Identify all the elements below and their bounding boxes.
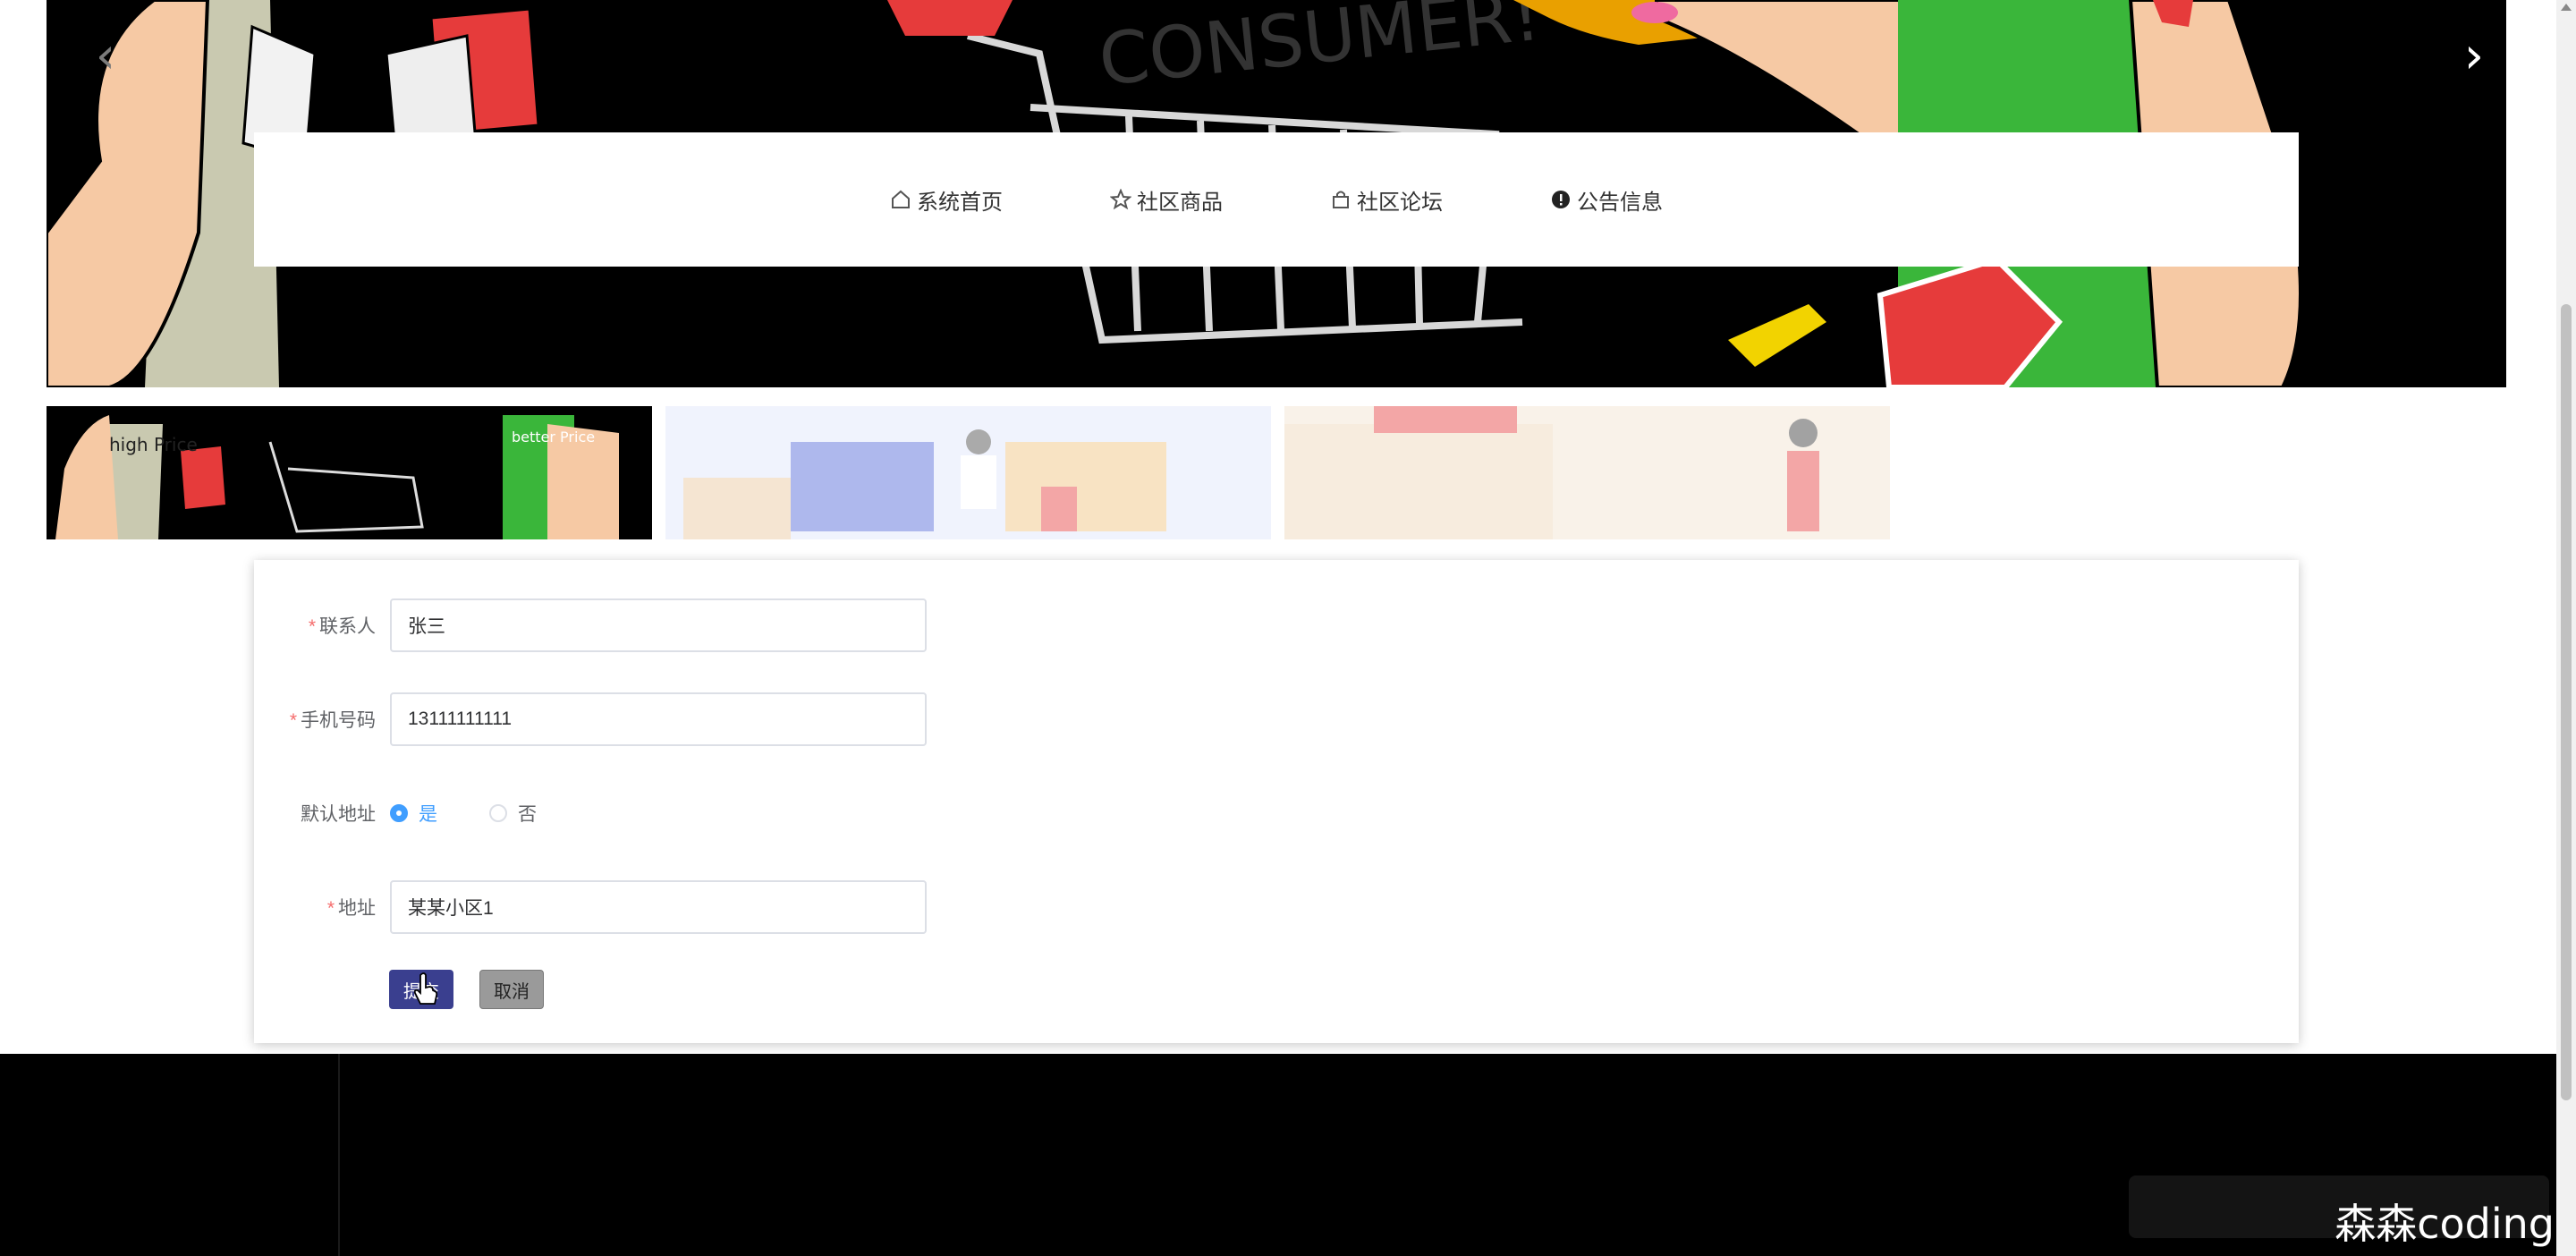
watermark-text: 森森coding [2334, 1200, 2555, 1248]
radio-label: 是 [419, 804, 437, 825]
thumbnail-1[interactable]: high Price better Price [47, 406, 652, 539]
nav-item-products[interactable]: 社区商品 [1110, 184, 1223, 216]
nav-item-forum[interactable]: 社区论坛 [1330, 184, 1443, 216]
svg-text:better Price: better Price [512, 429, 595, 446]
form-row-address: * 地址 [254, 879, 2299, 935]
phone-label: * 手机号码 [289, 710, 376, 731]
form-row-contact: * 联系人 [254, 598, 2299, 653]
radio-dot [390, 804, 408, 822]
svg-text:high Price: high Price [109, 434, 198, 455]
required-mark: * [289, 710, 297, 731]
address-label: * 地址 [326, 898, 376, 919]
top-nav: 系统首页 社区商品 社区论坛 公告信息 [254, 132, 2299, 267]
exclamation-circle-icon [1550, 189, 1572, 210]
contact-input[interactable] [390, 598, 927, 652]
default-address-label: 默认地址 [301, 804, 376, 825]
default-address-yes-radio[interactable]: 是 [390, 800, 437, 827]
address-form: *联系人 *手机号码 默认地址 是 否 *地址 提交 取消 [254, 560, 2299, 1043]
thumbnail-3[interactable] [1284, 406, 1890, 539]
nav-item-label: 社区论坛 [1357, 190, 1443, 215]
page-footer: 森森coding [0, 1054, 2576, 1256]
required-mark: * [308, 616, 316, 637]
nav-item-home[interactable]: 系统首页 [890, 184, 1003, 216]
cancel-button[interactable]: 取消 [479, 970, 544, 1009]
footer-divider [338, 1054, 340, 1256]
hand-cursor-icon [413, 972, 438, 1005]
scrollbar-thumb[interactable] [2561, 304, 2572, 1100]
thumbnail-2[interactable] [665, 406, 1271, 539]
carousel-prev-button[interactable]: ‹ [73, 23, 138, 88]
form-row-phone: * 手机号码 [254, 692, 2299, 747]
bag-icon [1330, 189, 1352, 210]
nav-item-label: 社区商品 [1137, 190, 1223, 215]
default-address-no-radio[interactable]: 否 [489, 800, 537, 827]
page-scrollbar[interactable] [2556, 0, 2576, 1256]
star-icon [1110, 189, 1131, 210]
required-mark: * [326, 898, 335, 919]
radio-dot [489, 804, 507, 822]
phone-input[interactable] [390, 692, 927, 746]
scroll-up-arrow-icon[interactable] [2561, 4, 2572, 11]
radio-label: 否 [518, 804, 537, 825]
chevron-left-icon: ‹ [95, 26, 116, 85]
nav-item-label: 系统首页 [917, 190, 1003, 215]
form-row-default-address: 默认地址 是 否 [254, 785, 2299, 841]
home-icon [890, 189, 911, 210]
nav-item-notices[interactable]: 公告信息 [1550, 184, 1663, 216]
chevron-right-icon: › [2463, 26, 2485, 85]
address-input[interactable] [390, 880, 927, 934]
nav-item-label: 公告信息 [1577, 190, 1663, 215]
contact-label: * 联系人 [308, 616, 376, 637]
carousel-next-button[interactable]: › [2442, 23, 2506, 88]
